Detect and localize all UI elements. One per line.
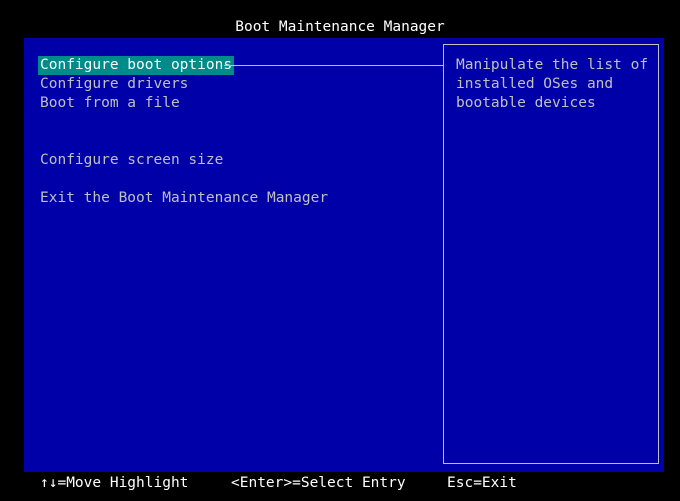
footer-move-hint: ↑↓=Move Highlight	[40, 475, 189, 491]
footer-select-hint: <Enter>=Select Entry	[231, 475, 406, 491]
menu-item-configure-screen-size[interactable]: Configure screen size	[38, 151, 225, 170]
footer-exit-hint: Esc=Exit	[447, 475, 517, 491]
menu-item-boot-from-file[interactable]: Boot from a file	[38, 94, 182, 113]
menu-item-exit-boot-maintenance-manager[interactable]: Exit the Boot Maintenance Manager	[38, 189, 330, 208]
page-title: Boot Maintenance Manager	[235, 19, 445, 35]
help-text-line: bootable devices	[456, 95, 596, 111]
highlight-connector-line	[224, 65, 444, 66]
main-panel: Configure boot options Configure drivers…	[24, 38, 664, 472]
menu-item-configure-drivers[interactable]: Configure drivers	[38, 75, 190, 94]
footer-key-hints: ↑↓=Move Highlight <Enter>=Select Entry E…	[0, 474, 680, 494]
help-text-line: Manipulate the list of	[456, 57, 649, 73]
bios-screen: { "header": { "title": "Boot Maintenance…	[0, 0, 680, 501]
help-text-line: installed OSes and	[456, 76, 614, 92]
menu-item-configure-boot-options[interactable]: Configure boot options	[38, 56, 235, 75]
help-panel: Manipulate the list of installed OSes an…	[443, 44, 659, 464]
